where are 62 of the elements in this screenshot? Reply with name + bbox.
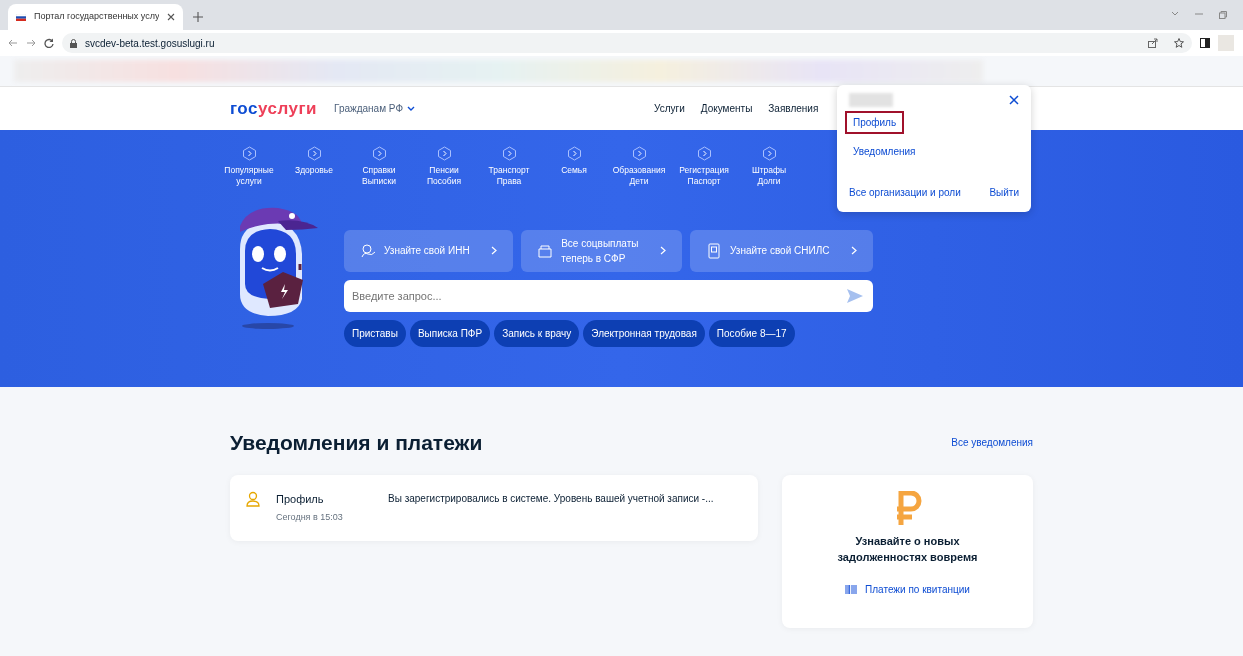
category-link[interactable]: Здоровье	[283, 146, 345, 188]
chevron-right-icon	[491, 246, 498, 256]
back-icon[interactable]	[8, 38, 18, 48]
close-icon[interactable]	[167, 13, 175, 21]
reload-icon[interactable]	[44, 38, 54, 48]
logo[interactable]: госуслуги	[230, 95, 318, 122]
notification-card[interactable]: Профиль Сегодня в 15:03 Вы зарегистрировались в системе. Уровень вашей учетной записи -...	[230, 474, 758, 541]
forward-icon[interactable]	[26, 38, 36, 48]
quick-link[interactable]: Выписка ПФР	[409, 319, 491, 347]
category-link[interactable]: Образования Дети	[608, 146, 670, 188]
address-bar[interactable]: svcdev-beta.test.gosuslugi.ru	[62, 33, 1192, 53]
category-link[interactable]: Популярные услуги	[218, 146, 280, 188]
chevron-down-icon[interactable]	[1171, 11, 1179, 17]
close-icon[interactable]	[1009, 95, 1019, 105]
browser-tab[interactable]: Портал государственных услу	[8, 4, 183, 30]
chevron-right-icon	[851, 246, 857, 256]
region-dropdown[interactable]: Гражданам РФ	[333, 100, 416, 117]
id-card-icon	[706, 242, 723, 259]
menu-item[interactable]: Профиль	[845, 111, 905, 134]
quick-link[interactable]: Электронная трудовая	[583, 319, 705, 347]
section-title: Уведомления и платежи	[230, 430, 483, 456]
restore-icon[interactable]	[1219, 11, 1227, 19]
chevron-right-icon	[660, 246, 667, 256]
all-notifications-link[interactable]: Все уведомления	[951, 435, 1033, 451]
quick-link[interactable]: Пособие 8—17	[708, 319, 795, 347]
notification-title: Профиль	[276, 491, 325, 507]
category-link[interactable]: Семья	[543, 146, 605, 188]
new-tab-icon[interactable]	[193, 12, 203, 22]
nav-link[interactable]: Документы	[700, 101, 753, 116]
url-text: svcdev-beta.test.gosuslugi.ru	[85, 36, 215, 51]
share-icon[interactable]	[1148, 38, 1158, 48]
category-link[interactable]: Пенсии Пособия	[413, 146, 475, 188]
star-icon[interactable]	[1174, 38, 1184, 48]
notification-time: Сегодня в 15:03	[276, 511, 344, 524]
quick-link[interactable]: Запись к врачу	[494, 319, 580, 347]
send-icon[interactable]	[847, 288, 863, 303]
receipt-payments-link[interactable]: Платежи по квитанции	[845, 581, 970, 597]
category-link[interactable]: Справки Выписки	[348, 146, 410, 188]
promo-button[interactable]: Узнайте свой СНИЛС	[690, 229, 873, 272]
notification-text: Вы зарегистрировались в системе. Уровень вашей учетной записи -...	[388, 491, 714, 506]
user-icon	[246, 490, 260, 507]
category-link[interactable]: Транспорт Права	[478, 146, 540, 188]
category-link[interactable]: Регистрация Паспорт	[673, 146, 735, 188]
menu-item[interactable]: Уведомления	[845, 140, 924, 163]
promo-button[interactable]: Узнайте свой ИНН	[344, 229, 514, 272]
wallet-icon	[537, 242, 554, 259]
search-field[interactable]: Введите запрос...	[344, 279, 873, 312]
organizations-link[interactable]: Все организации и роли	[849, 185, 961, 200]
lock-icon	[70, 38, 77, 48]
flag-icon	[16, 13, 26, 21]
quick-link[interactable]: Приставы	[344, 319, 406, 347]
nav-link[interactable]: Услуги	[654, 101, 685, 116]
barcode-icon	[845, 584, 858, 594]
blurred-username	[849, 93, 893, 107]
category-link[interactable]: Штрафы Долги	[738, 146, 800, 188]
side-panel-icon[interactable]	[1200, 38, 1210, 48]
promo-button[interactable]: Все соцвыплаты теперь в СФР	[521, 229, 683, 272]
logout-link[interactable]: Выйти	[989, 185, 1019, 200]
tab-title: Портал государственных услу	[34, 10, 159, 24]
debt-card-title: Узнавайте о новых задолженностях вовремя	[837, 533, 978, 565]
chevron-down-icon	[407, 105, 415, 112]
nav-link[interactable]: Заявления	[768, 101, 819, 116]
